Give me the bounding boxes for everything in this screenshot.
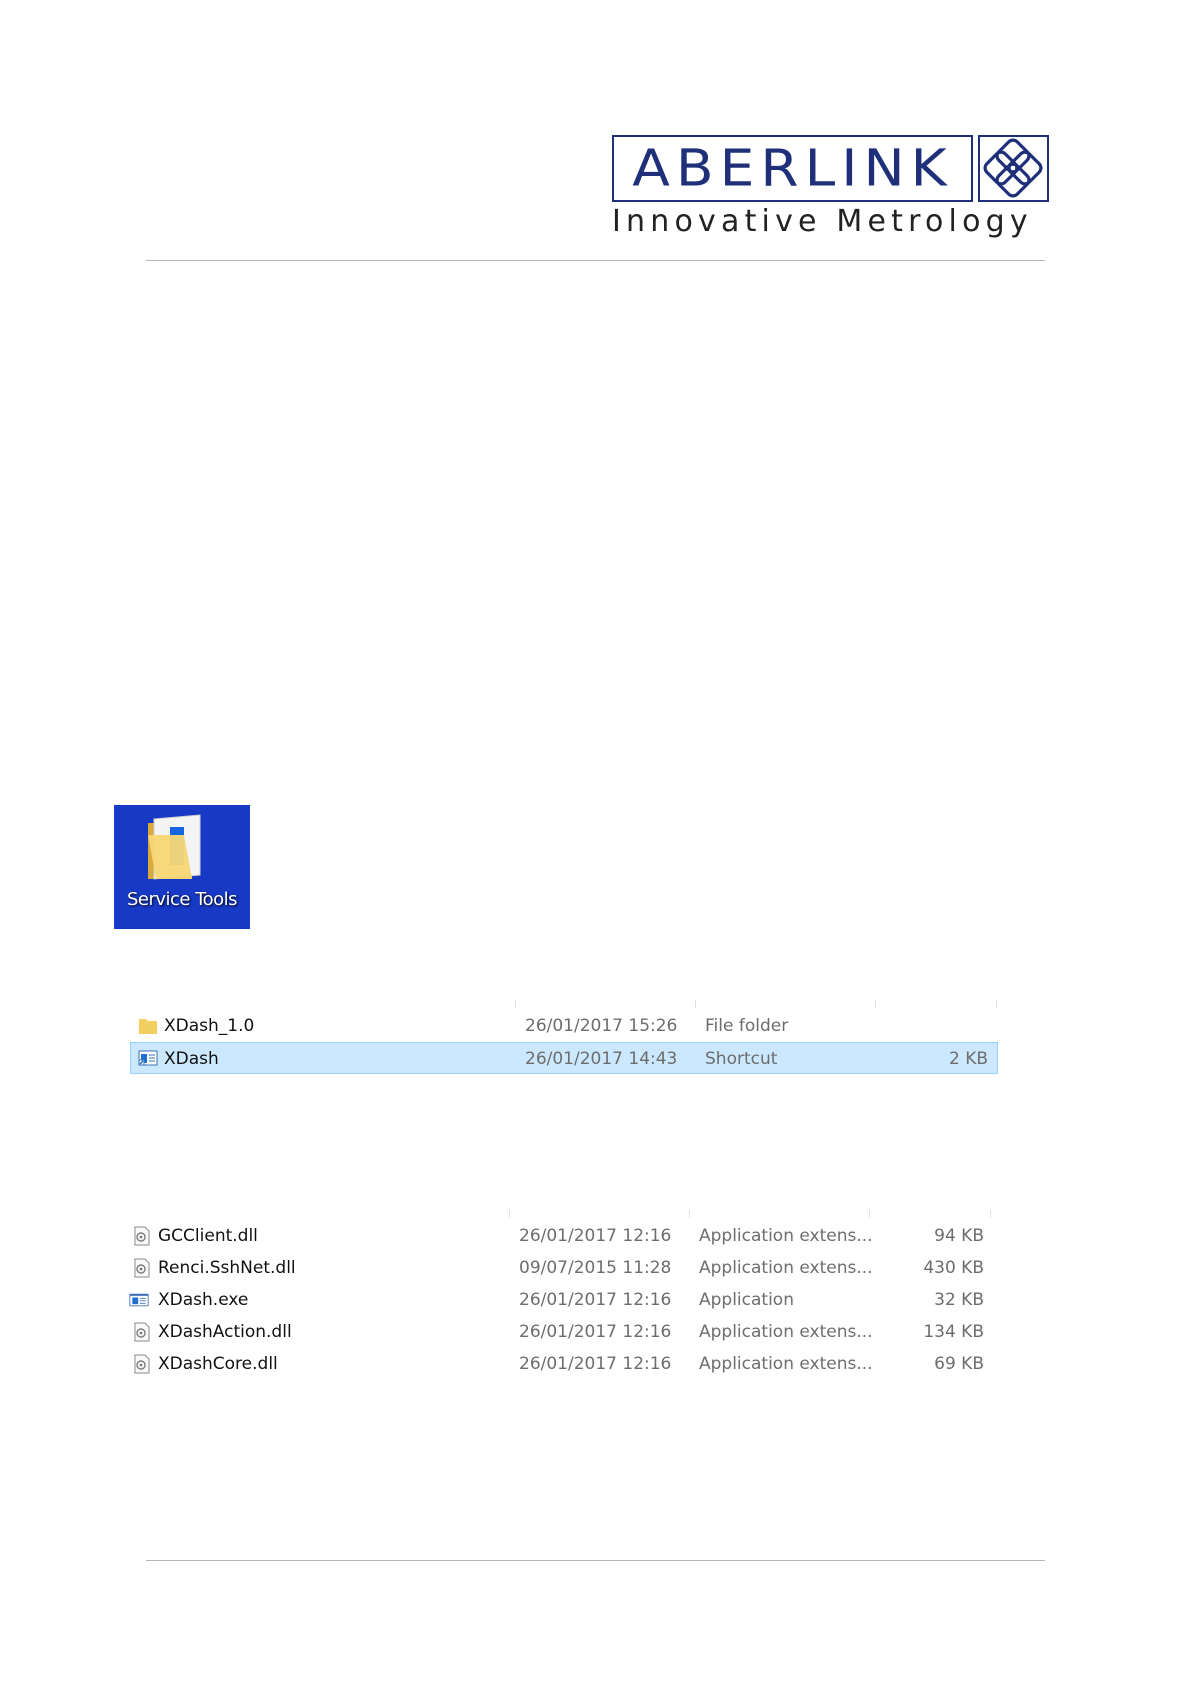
file-name: GCClient.dll — [158, 1226, 258, 1246]
explorer-install-listing: GCClient.dll 26/01/2017 12:16 Applicatio… — [126, 1210, 994, 1380]
file-type: Application extens... — [699, 1258, 873, 1278]
dll-file-icon — [134, 1322, 150, 1342]
file-date: 09/07/2015 11:28 — [519, 1258, 672, 1278]
file-row-xdash-exe[interactable]: XDash.exe 26/01/2017 12:16 Application 3… — [126, 1284, 994, 1316]
column-header-separators — [126, 1210, 994, 1220]
file-row-renci-sshnet-dll[interactable]: Renci.SshNet.dll 09/07/2015 11:28 Applic… — [126, 1252, 994, 1284]
file-size: 2 KB — [948, 1049, 988, 1069]
file-row-xdash-shortcut[interactable]: XDash 26/01/2017 14:43 Shortcut 2 KB — [130, 1042, 998, 1074]
file-type: Application extens... — [699, 1354, 873, 1374]
file-date: 26/01/2017 12:16 — [519, 1354, 672, 1374]
file-row-xdash-folder[interactable]: XDash_1.0 26/01/2017 15:26 File folder — [130, 1010, 998, 1042]
folder-icon — [139, 1019, 157, 1034]
file-name: Renci.SshNet.dll — [158, 1258, 296, 1278]
file-size: 32 KB — [934, 1290, 984, 1310]
desktop-shortcut-service-tools[interactable]: Service Tools — [114, 805, 250, 929]
file-type: Shortcut — [705, 1049, 778, 1069]
file-date: 26/01/2017 12:16 — [519, 1226, 672, 1246]
file-row-xdashaction-dll[interactable]: XDashAction.dll 26/01/2017 12:16 Applica… — [126, 1316, 994, 1348]
file-size: 94 KB — [934, 1226, 984, 1246]
folder-icon — [148, 814, 201, 880]
file-date: 26/01/2017 12:16 — [519, 1290, 672, 1310]
file-size: 134 KB — [923, 1322, 984, 1342]
aberlink-logo: ABERLINK Innovative Metrology — [612, 135, 1050, 243]
file-name: XDashAction.dll — [158, 1322, 292, 1342]
file-date: 26/01/2017 14:43 — [525, 1049, 678, 1069]
desktop-shortcut-label: Service Tools — [126, 889, 238, 910]
file-row-gcclient-dll[interactable]: GCClient.dll 26/01/2017 12:16 Applicatio… — [126, 1220, 994, 1252]
file-type: Application — [699, 1290, 794, 1310]
logo-wordmark: ABERLINK — [632, 138, 953, 198]
file-date: 26/01/2017 12:16 — [519, 1322, 672, 1342]
file-date: 26/01/2017 15:26 — [525, 1016, 678, 1036]
logo-tagline: Innovative Metrology — [612, 204, 1033, 239]
file-name: XDash — [164, 1049, 219, 1069]
column-header-separators — [130, 1000, 998, 1010]
explorer-folder-listing: XDash_1.0 26/01/2017 15:26 File folder X… — [130, 1000, 998, 1074]
footer-divider — [146, 1560, 1045, 1561]
file-type: Application extens... — [699, 1322, 873, 1342]
file-name: XDash.exe — [158, 1290, 249, 1310]
dll-file-icon — [134, 1226, 150, 1246]
dll-file-icon — [134, 1258, 150, 1278]
exe-file-icon — [129, 1293, 149, 1307]
file-name: XDashCore.dll — [158, 1354, 278, 1374]
logo-wordmark-box: ABERLINK — [612, 135, 973, 202]
file-type: File folder — [705, 1016, 789, 1036]
file-name: XDash_1.0 — [164, 1016, 255, 1036]
file-size: 430 KB — [923, 1258, 984, 1278]
shortcut-icon — [138, 1050, 158, 1066]
header-divider — [146, 260, 1045, 261]
file-size: 69 KB — [934, 1354, 984, 1374]
knot-emblem-icon — [978, 135, 1049, 202]
file-row-xdashcore-dll[interactable]: XDashCore.dll 26/01/2017 12:16 Applicati… — [126, 1348, 994, 1380]
file-type: Application extens... — [699, 1226, 873, 1246]
dll-file-icon — [134, 1354, 150, 1374]
